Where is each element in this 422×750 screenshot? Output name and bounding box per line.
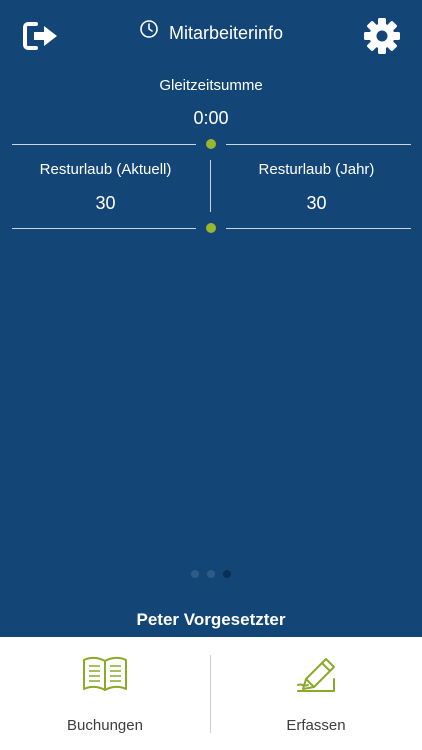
page-dot-1[interactable] [191,570,199,578]
screen: Mitarbeiterinfo Gleitzeitsumme 0:00 Rest… [0,0,422,750]
tab-buchungen-label: Buchungen [67,717,143,734]
page-dot-2[interactable] [207,570,215,578]
urlaub-aktuell-value: 30 [95,193,116,213]
gleitzeit-value: 0:00 [193,108,229,128]
urlaub-jahr-value: 30 [306,193,327,213]
divider-line [12,228,196,229]
divider-line [226,144,411,145]
page-title: Mitarbeiterinfo [168,22,284,43]
urlaub-jahr-label: Resturlaub (Jahr) [258,161,375,178]
divider-line [226,228,411,229]
gear-icon [364,18,400,54]
clock-icon [140,20,158,38]
divider-dot [206,223,216,233]
gleitzeit-label: Gleitzeitsumme [159,77,263,94]
settings-button[interactable] [360,14,404,58]
header: Mitarbeiterinfo [0,18,422,48]
tab-buchungen[interactable]: Buchungen [0,637,210,750]
divider-dot [206,139,216,149]
book-icon [83,656,127,691]
info-panel: Mitarbeiterinfo Gleitzeitsumme 0:00 Rest… [0,0,422,637]
tab-erfassen[interactable]: Erfassen [211,637,421,750]
tab-erfassen-label: Erfassen [286,717,346,734]
urlaub-aktuell-label: Resturlaub (Aktuell) [39,161,172,178]
user-name: Peter Vorgesetzter [136,610,286,629]
divider-line [12,144,196,145]
tab-bar: Buchungen Erfassen [0,637,422,750]
pen-writing-icon [297,658,335,692]
page-dot-3-active[interactable] [223,570,231,578]
